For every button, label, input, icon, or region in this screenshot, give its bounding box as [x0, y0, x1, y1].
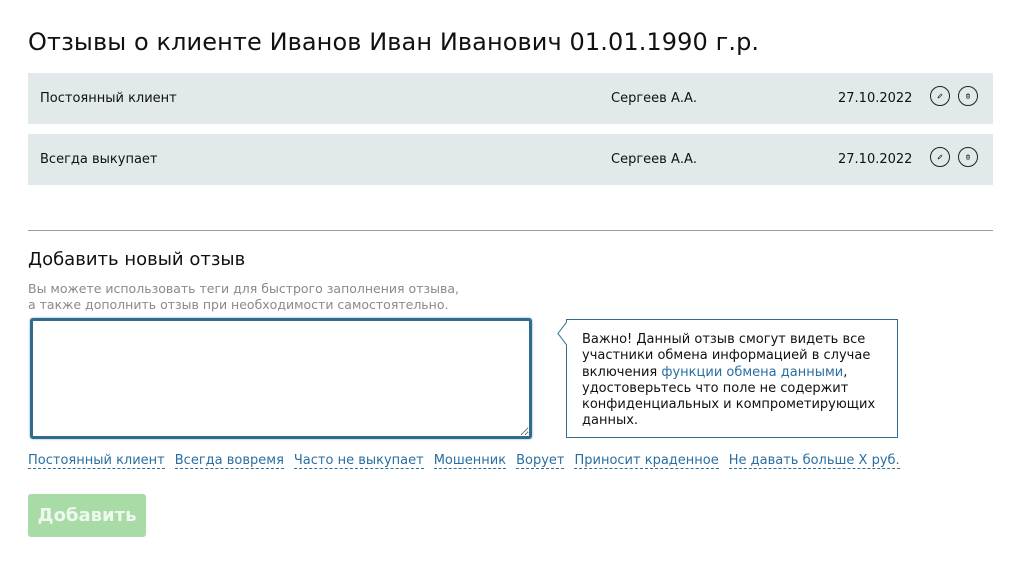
review-textarea[interactable] — [30, 318, 532, 439]
edit-review-button[interactable] — [930, 86, 950, 106]
review-text: Постоянный клиент — [40, 91, 177, 106]
review-date: 27.10.2022 — [838, 91, 913, 106]
quick-tags: Постоянный клиент Всегда вовремя Часто не … — [28, 453, 910, 469]
trash-icon — [966, 93, 970, 99]
page-title: Отзывы о клиенте Иванов Иван Иванович 01… — [28, 28, 760, 56]
privacy-notice: Важно! Данный отзыв смогут видеть все уч… — [566, 319, 898, 438]
review-row: Постоянный клиент Сергеев А.А. 27.10.202… — [28, 73, 993, 124]
trash-icon — [966, 154, 970, 160]
add-review-button[interactable]: Добавить — [28, 494, 146, 537]
data-exchange-link[interactable]: функции обмена данными — [661, 365, 843, 380]
pencil-icon — [937, 93, 943, 99]
review-text: Всегда выкупает — [40, 152, 158, 167]
tag-link[interactable]: Часто не выкупает — [293, 453, 424, 469]
tag-link[interactable]: Постоянный клиент — [28, 453, 165, 469]
tag-link[interactable]: Всегда вовремя — [174, 453, 284, 469]
edit-review-button[interactable] — [930, 147, 950, 167]
tag-link[interactable]: Мошенник — [433, 453, 507, 469]
hint-line: а также дополнить отзыв при необходимост… — [28, 297, 449, 312]
tag-link[interactable]: Не давать больше Х руб. — [728, 453, 900, 469]
review-author: Сергеев А.А. — [611, 152, 697, 167]
add-review-title: Добавить новый отзыв — [28, 249, 246, 270]
section-divider — [28, 230, 993, 231]
tag-link[interactable]: Приносит краденное — [574, 453, 719, 469]
tag-link[interactable]: Ворует — [516, 453, 565, 469]
review-author: Сергеев А.А. — [611, 91, 697, 106]
add-review-hint: Вы можете использовать теги для быстрого… — [28, 281, 508, 313]
delete-review-button[interactable] — [958, 147, 978, 167]
pencil-icon — [937, 154, 943, 160]
review-date: 27.10.2022 — [838, 152, 913, 167]
delete-review-button[interactable] — [958, 86, 978, 106]
hint-line: Вы можете использовать теги для быстрого… — [28, 281, 459, 296]
review-row: Всегда выкупает Сергеев А.А. 27.10.2022 — [28, 134, 993, 185]
